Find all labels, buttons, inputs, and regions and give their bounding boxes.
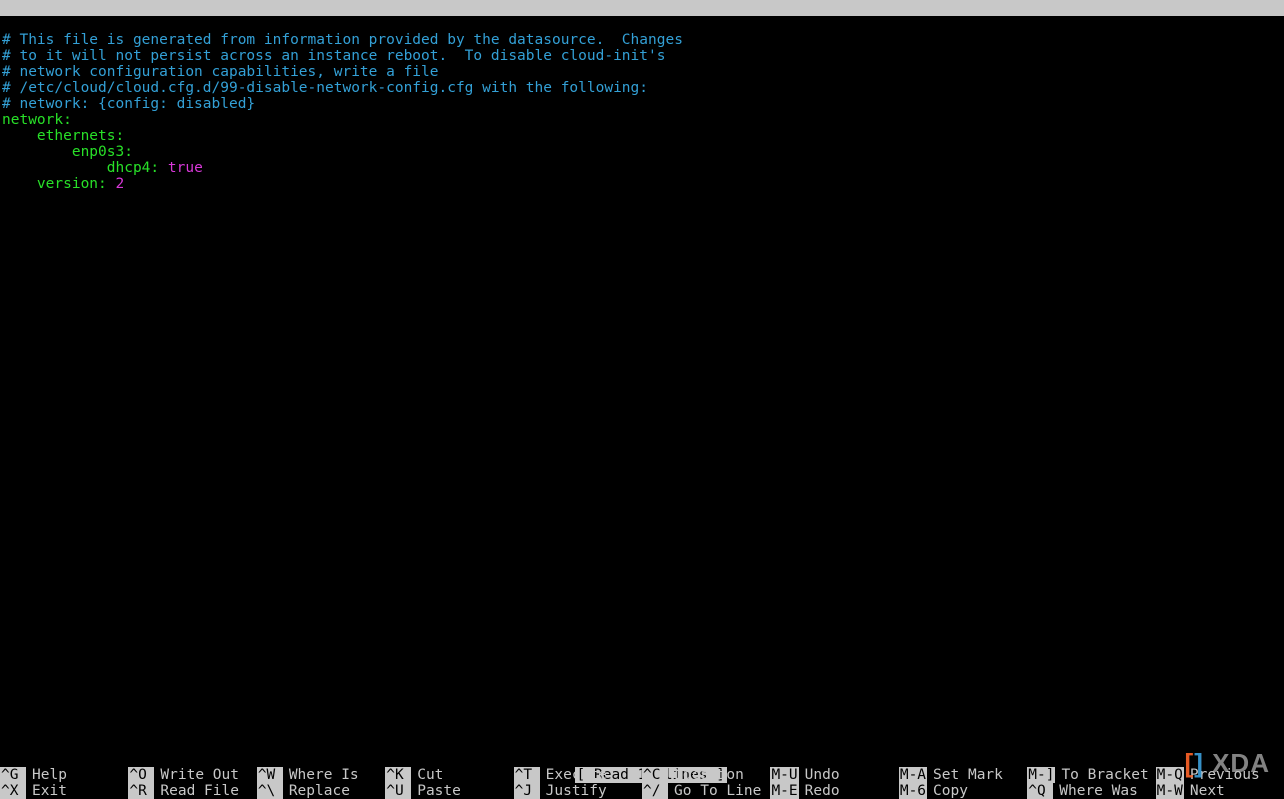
shortcut-undo[interactable]: M-UUndo [770,767,898,783]
bracket-open-icon: [ [1185,755,1195,771]
watermark-text: XDA [1212,755,1270,771]
shortcut-replace[interactable]: ^\Replace [257,783,385,799]
title-bar: GNU nano 7.2/etc/netplan/50-cloud-init.y… [0,0,1284,16]
shortcut-where-was[interactable]: ^QWhere Was [1027,783,1155,799]
shortcut-cut[interactable]: ^KCut [385,767,513,783]
shortcut-paste[interactable]: ^UPaste [385,783,513,799]
status-line: [ Read 10 lines ] [0,751,1284,767]
comment-line: # network: {config: disabled} [2,96,255,112]
shortcut-copy[interactable]: M-6Copy [899,783,1027,799]
shortcut-to-bracket[interactable]: M-]To Bracket [1027,767,1155,783]
shortcut-help[interactable]: ^GHelp [0,767,128,783]
file-path: /etc/netplan/50-cloud-init.yaml [582,16,853,32]
yaml-key-network: network [2,112,63,128]
shortcut-write-out[interactable]: ^OWrite Out [128,767,256,783]
bracket-close-icon: ] [1194,755,1204,771]
shortcut-row-1: ^GHelp ^OWrite Out ^WWhere Is ^KCut ^TEx… [0,767,1284,783]
yaml-val-dhcp4: true [168,160,203,176]
shortcut-location[interactable]: ^CLocation [642,767,770,783]
editor-area[interactable]: # This file is generated from informatio… [0,16,1284,192]
comment-line: # network configuration capabilities, wr… [2,64,439,80]
shortcut-set-mark[interactable]: M-ASet Mark [899,767,1027,783]
comment-line: # This file is generated from informatio… [2,32,683,48]
yaml-val-version: 2 [116,176,125,192]
yaml-key-version: version [2,176,98,192]
yaml-key-iface: enp0s3 [2,144,124,160]
app-name: GNU nano 7.2 [19,16,141,32]
shortcut-justify[interactable]: ^JJustify [514,783,642,799]
shortcut-go-to-line[interactable]: ^/Go To Line [642,783,770,799]
yaml-key-ethernets: ethernets [2,128,116,144]
comment-line: # /etc/cloud/cloud.cfg.d/99-disable-netw… [2,80,648,96]
shortcut-bar: ^GHelp ^OWrite Out ^WWhere Is ^KCut ^TEx… [0,767,1284,799]
shortcut-exit[interactable]: ^XExit [0,783,128,799]
shortcut-where-is[interactable]: ^WWhere Is [257,767,385,783]
shortcut-redo[interactable]: M-ERedo [770,783,898,799]
shortcut-row-2: ^XExit ^RRead File ^\Replace ^UPaste ^JJ… [0,783,1284,799]
shortcut-next[interactable]: M-WNext [1156,783,1284,799]
xda-watermark: [] XDA [1185,755,1270,771]
shortcut-read-file[interactable]: ^RRead File [128,783,256,799]
yaml-key-dhcp4: dhcp4 [2,160,150,176]
comment-line: # to it will not persist across an insta… [2,48,665,64]
shortcut-execute[interactable]: ^TExecute [514,767,642,783]
